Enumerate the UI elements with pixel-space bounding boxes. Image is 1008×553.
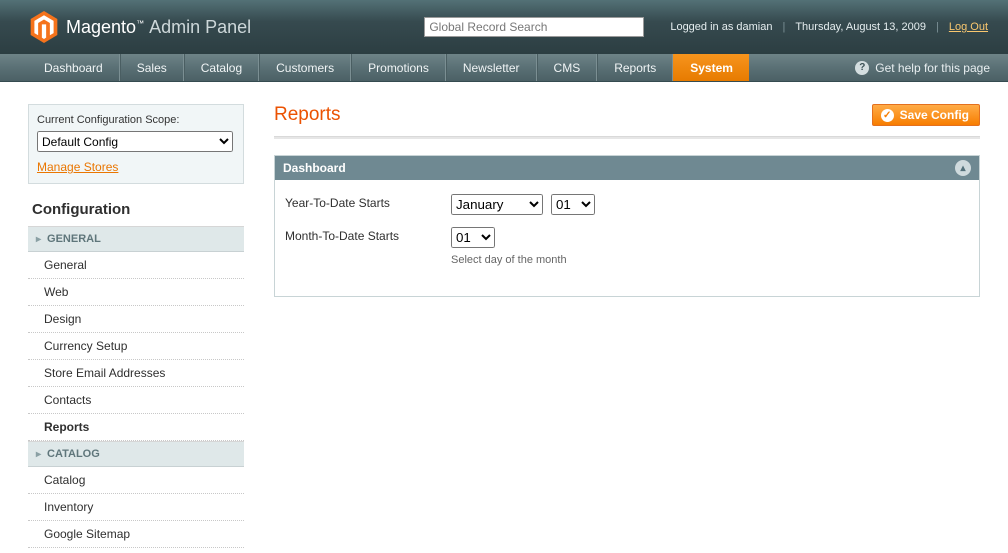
save-config-label: Save Config bbox=[900, 108, 969, 122]
ytd-day-select[interactable]: 01 bbox=[551, 194, 595, 215]
ytd-field: January 01 bbox=[451, 194, 595, 215]
nav-help-label: Get help for this page bbox=[875, 61, 990, 75]
main-nav: Dashboard Sales Catalog Customers Promot… bbox=[0, 54, 1008, 82]
brand-text: Magento™ Admin Panel bbox=[66, 17, 251, 38]
logged-in-text: Logged in as damian bbox=[670, 21, 772, 33]
sidebar-title: Configuration bbox=[32, 201, 244, 218]
page-body: Current Configuration Scope: Default Con… bbox=[0, 82, 1008, 548]
sidebar: Current Configuration Scope: Default Con… bbox=[28, 104, 244, 548]
nav-customers[interactable]: Customers bbox=[259, 54, 351, 81]
sidebar-list-catalog: Catalog Inventory Google Sitemap bbox=[28, 467, 244, 548]
nav-help-link[interactable]: ? Get help for this page bbox=[855, 54, 990, 81]
mtd-field: 01 Select day of the month bbox=[451, 227, 567, 266]
sidebar-item-contacts[interactable]: Contacts bbox=[28, 387, 244, 414]
sidebar-item-web[interactable]: Web bbox=[28, 279, 244, 306]
nav-sales[interactable]: Sales bbox=[120, 54, 184, 81]
separator-icon: | bbox=[782, 21, 785, 33]
scope-select[interactable]: Default Config bbox=[37, 131, 233, 152]
header-date: Thursday, August 13, 2009 bbox=[795, 21, 926, 33]
sidebar-list-general: General Web Design Currency Setup Store … bbox=[28, 252, 244, 441]
manage-stores-link[interactable]: Manage Stores bbox=[37, 160, 118, 174]
admin-header: Magento™ Admin Panel Logged in as damian… bbox=[0, 0, 1008, 54]
mtd-hint: Select day of the month bbox=[451, 254, 567, 266]
logout-link[interactable]: Log Out bbox=[949, 21, 988, 33]
page-title: Reports bbox=[274, 104, 341, 126]
sidebar-group-general: ▸ GENERAL General Web Design Currency Se… bbox=[28, 226, 244, 441]
divider bbox=[274, 136, 980, 139]
row-mtd: Month-To-Date Starts 01 Select day of th… bbox=[285, 227, 969, 266]
scope-label: Current Configuration Scope: bbox=[37, 114, 235, 126]
nav-system[interactable]: System bbox=[673, 54, 749, 81]
nav-dashboard[interactable]: Dashboard bbox=[28, 54, 120, 81]
global-search-input[interactable] bbox=[424, 17, 644, 37]
dashboard-panel: Dashboard ▴ Year-To-Date Starts January bbox=[274, 155, 980, 297]
sidebar-item-google-sitemap[interactable]: Google Sitemap bbox=[28, 521, 244, 548]
ytd-selects: January 01 bbox=[451, 194, 595, 215]
nav-reports[interactable]: Reports bbox=[597, 54, 673, 81]
sidebar-group-head-general[interactable]: ▸ GENERAL bbox=[28, 227, 244, 252]
brand-main: Magento bbox=[66, 17, 136, 37]
sidebar-item-catalog[interactable]: Catalog bbox=[28, 467, 244, 494]
mtd-selects: 01 bbox=[451, 227, 567, 248]
help-icon: ? bbox=[855, 61, 869, 75]
header-right: Logged in as damian | Thursday, August 1… bbox=[670, 21, 988, 33]
magento-logo-icon bbox=[30, 11, 58, 43]
global-search-wrap bbox=[424, 17, 644, 37]
chevron-up-icon: ▴ bbox=[960, 163, 965, 174]
nav-spacer bbox=[749, 54, 855, 81]
sidebar-group-head-catalog[interactable]: ▸ CATALOG bbox=[28, 442, 244, 467]
ytd-month-select[interactable]: January bbox=[451, 194, 543, 215]
chevron-right-icon: ▸ bbox=[36, 234, 41, 245]
chevron-right-icon: ▸ bbox=[36, 449, 41, 460]
check-icon: ✓ bbox=[881, 109, 894, 122]
nav-catalog[interactable]: Catalog bbox=[184, 54, 259, 81]
sidebar-item-design[interactable]: Design bbox=[28, 306, 244, 333]
panel-head: Dashboard ▴ bbox=[275, 156, 979, 180]
row-ytd: Year-To-Date Starts January 01 bbox=[285, 194, 969, 215]
sidebar-item-reports[interactable]: Reports bbox=[28, 414, 244, 441]
main-head: Reports ✓ Save Config bbox=[274, 104, 980, 126]
sidebar-item-general[interactable]: General bbox=[28, 252, 244, 279]
mtd-label: Month-To-Date Starts bbox=[285, 227, 451, 243]
brand-sub: Admin Panel bbox=[149, 17, 251, 37]
config-scope-box: Current Configuration Scope: Default Con… bbox=[28, 104, 244, 184]
sidebar-item-currency-setup[interactable]: Currency Setup bbox=[28, 333, 244, 360]
nav-cms[interactable]: CMS bbox=[537, 54, 598, 81]
sidebar-item-store-email[interactable]: Store Email Addresses bbox=[28, 360, 244, 387]
main-content: Reports ✓ Save Config Dashboard ▴ Year-T… bbox=[274, 104, 980, 548]
mtd-day-select[interactable]: 01 bbox=[451, 227, 495, 248]
sidebar-group-label: GENERAL bbox=[47, 233, 101, 245]
save-config-button[interactable]: ✓ Save Config bbox=[872, 104, 980, 126]
trademark-icon: ™ bbox=[136, 19, 144, 28]
nav-newsletter[interactable]: Newsletter bbox=[446, 54, 537, 81]
logo: Magento™ Admin Panel bbox=[30, 11, 251, 43]
nav-promotions[interactable]: Promotions bbox=[351, 54, 446, 81]
sidebar-item-inventory[interactable]: Inventory bbox=[28, 494, 244, 521]
panel-title: Dashboard bbox=[283, 161, 346, 175]
sidebar-group-label: CATALOG bbox=[47, 448, 100, 460]
ytd-label: Year-To-Date Starts bbox=[285, 194, 451, 210]
collapse-toggle[interactable]: ▴ bbox=[955, 160, 971, 176]
separator-icon: | bbox=[936, 21, 939, 33]
sidebar-group-catalog: ▸ CATALOG Catalog Inventory Google Sitem… bbox=[28, 441, 244, 548]
panel-body: Year-To-Date Starts January 01 bbox=[275, 180, 979, 296]
